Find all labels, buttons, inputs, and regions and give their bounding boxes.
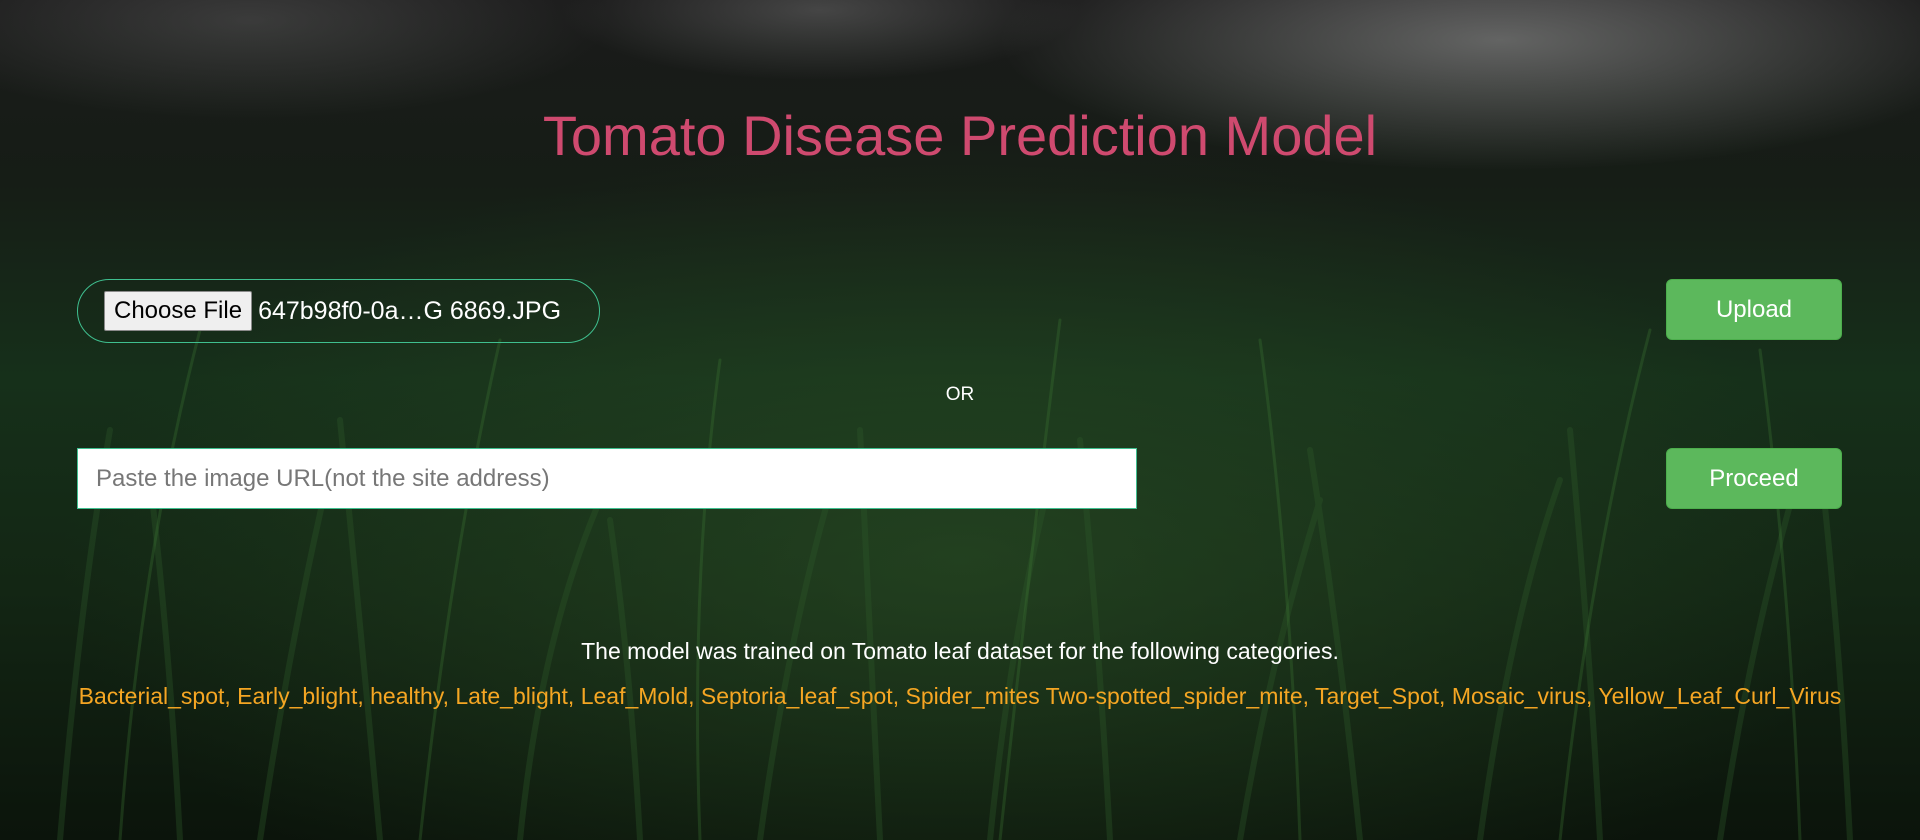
- model-description: The model was trained on Tomato leaf dat…: [581, 638, 1339, 664]
- category-list: Bacterial_spot, Early_blight, healthy, L…: [78, 683, 1842, 709]
- page-title: Tomato Disease Prediction Model: [542, 104, 1378, 167]
- or-divider: OR: [945, 384, 975, 405]
- upload-button[interactable]: Upload: [1666, 279, 1842, 340]
- file-upload-field[interactable]: Choose File 647b98f0-0a…G 6869.JPG: [77, 279, 600, 343]
- selected-file-name: 647b98f0-0a…G 6869.JPG: [258, 296, 562, 325]
- proceed-button[interactable]: Proceed: [1666, 448, 1842, 509]
- image-url-input[interactable]: [77, 448, 1137, 509]
- choose-file-button[interactable]: Choose File: [104, 291, 253, 331]
